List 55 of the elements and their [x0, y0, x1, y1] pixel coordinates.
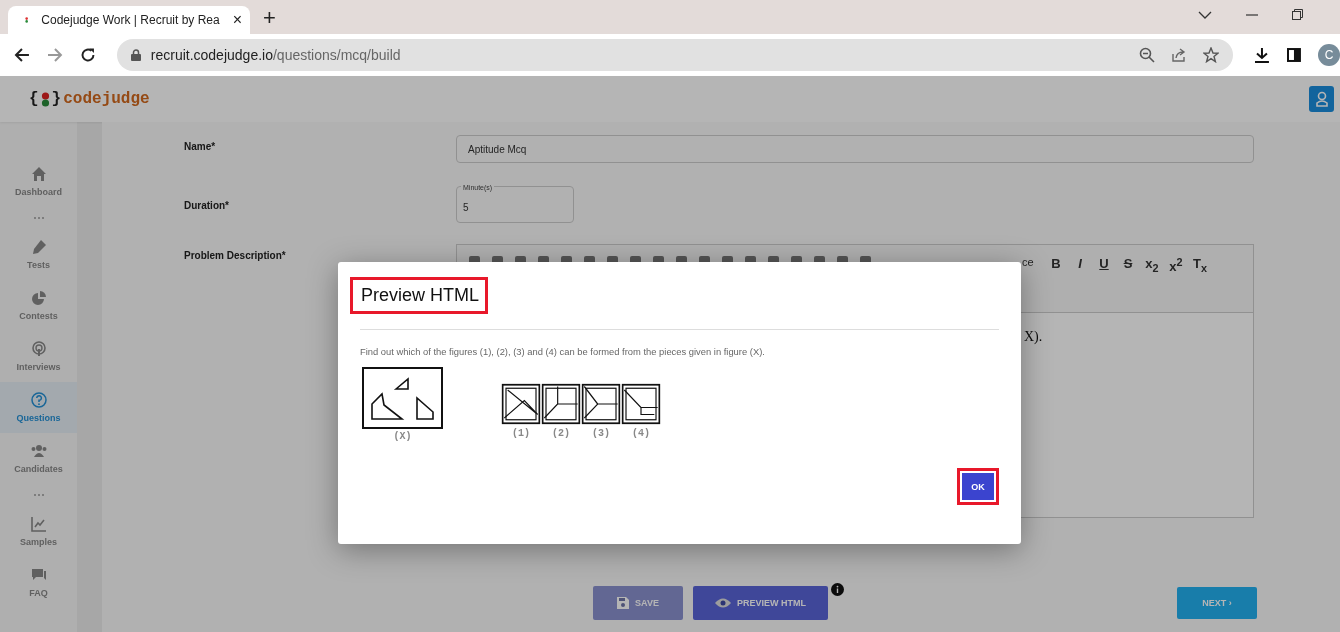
pie-chart-icon	[30, 290, 47, 306]
format-button[interactable]: S	[1116, 256, 1140, 271]
address-bar[interactable]: recruit.codejudge.io/questions/mcq/build	[116, 39, 1234, 71]
browser-tab[interactable]: Codejudge Work | Recruit by Rea ×	[8, 6, 250, 34]
close-tab-button[interactable]: ×	[232, 11, 242, 29]
format-button[interactable]: I	[1068, 256, 1092, 271]
logo[interactable]: { }codejudge	[29, 90, 150, 108]
traffic-light-icon	[25, 15, 29, 25]
profile-avatar[interactable]: C	[1318, 44, 1340, 66]
info-icon[interactable]	[831, 582, 844, 596]
figure-label: (4)	[631, 428, 651, 439]
figure-label: (2)	[551, 428, 571, 439]
eye-icon	[715, 598, 731, 608]
lock-icon	[130, 49, 141, 61]
new-tab-button[interactable]: +	[263, 4, 276, 32]
figure-label: (X)	[393, 431, 412, 442]
source-button[interactable]: ce	[1022, 256, 1044, 268]
format-button[interactable]: B	[1044, 256, 1068, 271]
ok-button[interactable]: OK	[962, 473, 994, 500]
user-icon	[1315, 91, 1328, 107]
question-icon	[30, 392, 47, 408]
podcast-icon	[30, 341, 47, 357]
format-button[interactable]: T$_{x}$	[1188, 256, 1212, 274]
minimize-icon[interactable]	[1246, 13, 1258, 16]
house-icon	[30, 166, 47, 182]
users-icon	[30, 443, 47, 459]
forward-arrow-icon[interactable]	[46, 47, 63, 63]
field-label: Name*	[184, 141, 217, 152]
download-icon[interactable]	[1254, 47, 1271, 63]
user-button[interactable]	[1309, 86, 1334, 112]
chevron-down-icon[interactable]	[1198, 10, 1212, 19]
figure-label: (1)	[511, 428, 531, 439]
name-field[interactable]: Aptitude Mcq	[456, 135, 1254, 163]
back-arrow-icon[interactable]	[14, 47, 30, 63]
zoom-out-icon[interactable]	[1139, 47, 1156, 63]
format-button[interactable]: x$^{2}$	[1164, 256, 1188, 275]
share-icon[interactable]	[1171, 47, 1188, 63]
question-text: Find out which of the figures (1), (2), (3) and (4) can be formed from the pieces given in figure (X).	[360, 346, 766, 357]
reload-icon[interactable]	[79, 47, 96, 63]
side-panel-icon[interactable]	[1287, 48, 1302, 62]
field-label: Problem Description*	[184, 250, 287, 261]
chat-icon	[30, 567, 47, 583]
dialog-title: Preview HTML	[350, 277, 489, 314]
format-button[interactable]: U	[1092, 256, 1116, 271]
pencil-icon	[30, 239, 47, 255]
editor-text: X).	[1024, 329, 1043, 344]
line-chart-icon	[30, 516, 47, 532]
preview-html-button[interactable]: PREVIEW HTML	[693, 586, 828, 620]
field-label: Duration*	[184, 200, 230, 211]
figure-label: (3)	[591, 428, 611, 439]
url-text: recruit.codejudge.io/questions/mcq/build	[150, 47, 402, 63]
format-button[interactable]: x$_{2}$	[1140, 256, 1164, 274]
star-icon[interactable]	[1203, 47, 1220, 63]
restore-icon[interactable]	[1292, 9, 1303, 20]
tab-title: Codejudge Work | Recruit by Rea	[41, 13, 220, 27]
